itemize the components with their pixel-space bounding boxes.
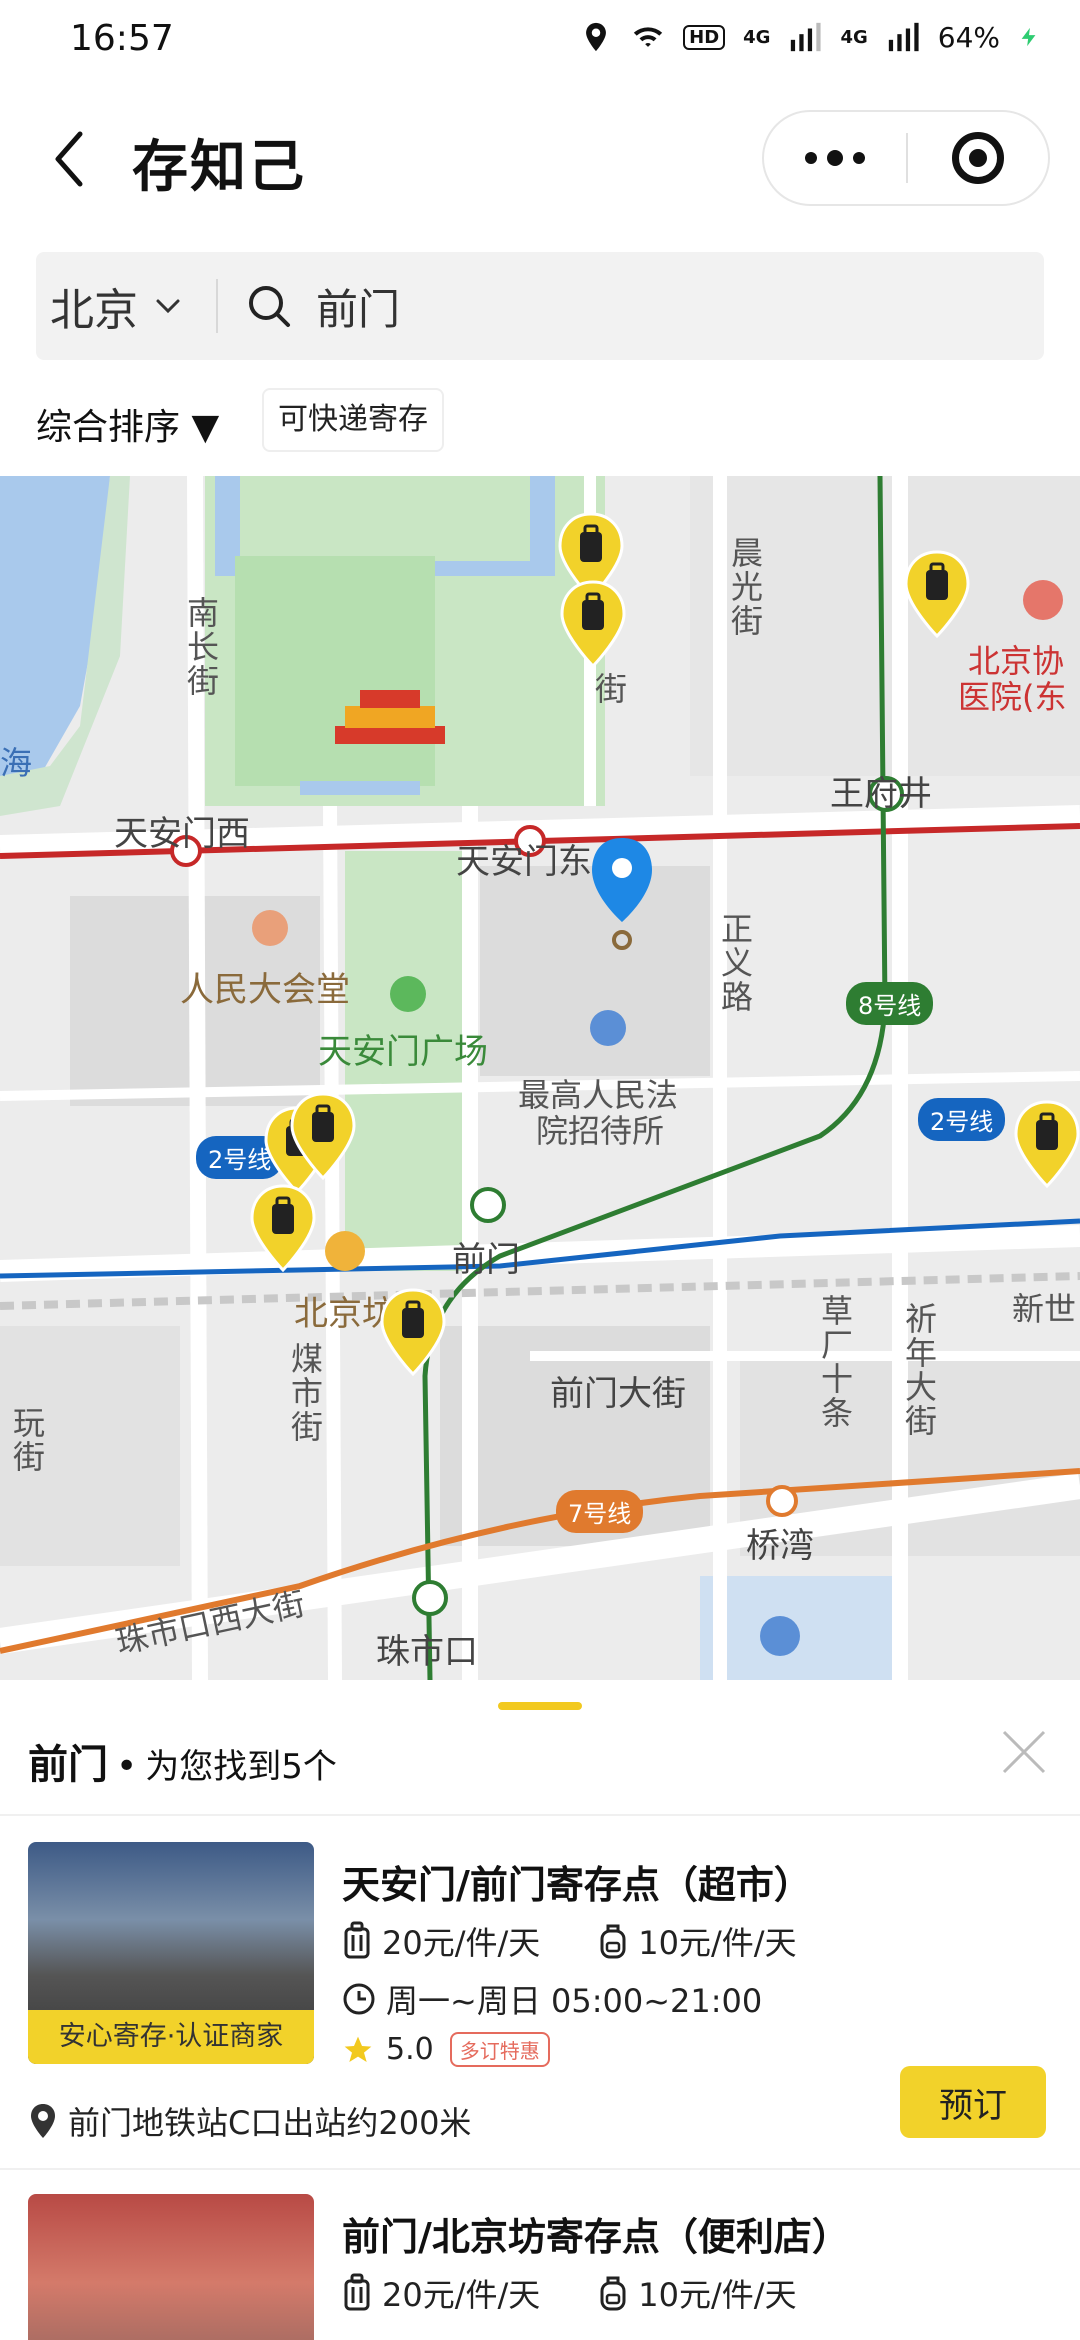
store-location: 前门地铁站C口出站约200米 xyxy=(28,2098,471,2144)
map-label-xinnian: 祈年大街 xyxy=(900,1302,938,1438)
location-text: 前门地铁站C口出站约200米 xyxy=(68,2104,472,2142)
backpack-icon xyxy=(600,2276,626,2311)
luggage-pin-icon[interactable] xyxy=(1012,1100,1080,1188)
results-dot: • xyxy=(116,1746,138,1787)
city-selector[interactable]: 北京 xyxy=(36,274,216,338)
map-label-qianmen-dajie: 前门大街 xyxy=(550,1374,686,1414)
hd-badge: HD xyxy=(683,24,726,50)
map-label-renmin-dahuitang: 人民大会堂 xyxy=(180,970,350,1010)
certified-badge: 安心寄存·认证商家 xyxy=(28,2010,314,2064)
store-thumbnail xyxy=(28,2194,314,2340)
price-row: 20元/件/天 10元/件/天 xyxy=(342,1918,797,1964)
backpack-icon xyxy=(600,1924,626,1959)
location-pin-icon xyxy=(31,2104,55,2138)
signal-4g-icon: 4G xyxy=(743,26,771,48)
more-dots-icon[interactable] xyxy=(764,110,906,206)
suitcase-icon xyxy=(344,1921,370,1959)
map-label-nanchangjie: 南长街 xyxy=(182,596,220,698)
signal-bars-icon-2 xyxy=(888,22,919,52)
search-bar: 北京 xyxy=(36,252,1044,360)
search-icon xyxy=(249,286,290,327)
price-bag: 10元/件/天 xyxy=(638,2276,797,2314)
results-query: 前门 xyxy=(28,1742,108,1788)
wifi-icon xyxy=(633,27,663,47)
status-time: 16:57 xyxy=(70,18,174,59)
map-label-caochang: 草厂十条 xyxy=(816,1294,854,1430)
luggage-pin-icon[interactable] xyxy=(902,550,972,638)
price-luggage: 20元/件/天 xyxy=(382,2276,541,2314)
price-row: 20元/件/天 10元/件/天 xyxy=(342,2270,797,2316)
line-8-badge: 8号线 xyxy=(846,982,934,1025)
map-label-jie: 街 xyxy=(590,672,628,706)
map-label-xiehe-2: 医院(东 xyxy=(958,678,1067,716)
map-label-zhengyilu: 正义路 xyxy=(716,912,754,1014)
promo-badge: 多订特惠 xyxy=(449,2032,550,2067)
suitcase-icon xyxy=(344,2273,370,2311)
store-name: 天安门/前门寄存点（超市） xyxy=(342,1863,812,1907)
sheet-drag-handle[interactable] xyxy=(498,1702,582,1710)
book-button[interactable]: 预订 xyxy=(900,2066,1046,2138)
results-sheet: 前门 • 为您找到5个 安心寄存·认证商家 天安门/前门寄存点（超市） 20元/… xyxy=(0,1680,1080,2340)
luggage-pin-icon[interactable] xyxy=(378,1288,448,1376)
store-card[interactable]: 安心寄存·认证商家 天安门/前门寄存点（超市） 20元/件/天 10元/件/天 … xyxy=(0,1842,1080,2072)
map-label-tiananmen-east: 天安门东 xyxy=(456,842,592,882)
card-divider xyxy=(0,2168,1080,2170)
clock-icon xyxy=(343,1983,375,2015)
results-count: 为您找到5个 xyxy=(145,1747,337,1787)
line-2-badge-2: 2号线 xyxy=(918,1098,1006,1141)
search-input[interactable] xyxy=(316,281,916,331)
close-icon[interactable] xyxy=(996,1724,1052,1780)
price-luggage: 20元/件/天 xyxy=(382,1924,541,1962)
filter-row: 综合排序 ▼ 可快递寄存 xyxy=(0,380,1080,476)
chevron-left-icon[interactable] xyxy=(40,124,100,194)
page-title: 存知己 xyxy=(132,135,306,200)
search-divider xyxy=(216,279,218,333)
target-ring-icon[interactable] xyxy=(908,110,1048,206)
status-bar: 16:57 HD 4G 4G 64% xyxy=(0,0,1080,84)
map-label-xinshi: 新世 xyxy=(1012,1290,1077,1328)
luggage-pin-icon[interactable] xyxy=(558,580,628,668)
location-icon xyxy=(586,22,607,52)
store-name: 前门/北京坊寄存点（便利店） xyxy=(342,2215,850,2259)
star-icon xyxy=(344,2036,372,2062)
chevron-down-icon xyxy=(156,299,180,314)
signal-bars-icon xyxy=(791,22,822,52)
hours-text: 周一~周日 05:00~21:00 xyxy=(386,1982,763,2020)
express-storage-chip[interactable]: 可快递寄存 xyxy=(262,388,444,452)
signal-4g-icon-2: 4G xyxy=(840,26,868,48)
map-label-tiananmen-square: 天安门广场 xyxy=(318,1032,488,1072)
map-label-tiananmen-west: 天安门西 xyxy=(114,814,250,854)
map-label-wangfujing: 王府井 xyxy=(830,774,932,814)
city-label: 北京 xyxy=(50,285,138,336)
map-label-chenguangjie: 晨光街 xyxy=(726,536,764,638)
status-icons: HD 4G 4G 64% xyxy=(579,20,1040,54)
map-label-wan: 玩街 xyxy=(8,1406,46,1474)
map-label-zhushikou: 珠市口 xyxy=(376,1632,478,1672)
price-bag: 10元/件/天 xyxy=(638,1924,797,1962)
map-label-hai: 海 xyxy=(0,744,33,782)
map-view[interactable]: 南长街 晨光街 街 北京协 医院(东 王府井 天安门西 天安门东 正义路 人民大… xyxy=(0,476,1080,1680)
store-thumbnail: 安心寄存·认证商家 xyxy=(28,1842,314,2064)
results-header: 前门 • 为您找到5个 xyxy=(28,1732,337,1790)
map-label-meishijie: 煤市街 xyxy=(286,1342,324,1444)
rating-row: 5.0 多订特惠 xyxy=(342,2032,550,2067)
map-label-supreme-court-2: 院招待所 xyxy=(536,1112,665,1150)
store-card[interactable]: 前门/北京坊寄存点（便利店） 20元/件/天 10元/件/天 xyxy=(0,2194,1080,2340)
store-photo xyxy=(28,2194,314,2340)
map-label-qiaowan: 桥湾 xyxy=(746,1526,814,1566)
line-7-badge: 7号线 xyxy=(556,1490,644,1533)
luggage-pin-icon[interactable] xyxy=(288,1092,358,1180)
header-divider xyxy=(0,1814,1080,1816)
mini-program-capsule xyxy=(762,110,1050,206)
battery-percent: 64% xyxy=(937,20,1000,54)
business-hours: 周一~周日 05:00~21:00 xyxy=(342,1976,762,2022)
rating-value: 5.0 xyxy=(386,2032,434,2067)
sort-dropdown[interactable]: 综合排序 ▼ xyxy=(36,398,219,450)
map-label-qianmen: 前门 xyxy=(452,1240,520,1280)
luggage-pin-icon[interactable] xyxy=(248,1184,318,1272)
title-bar: 存知己 xyxy=(0,84,1080,234)
charging-icon xyxy=(1021,27,1036,47)
